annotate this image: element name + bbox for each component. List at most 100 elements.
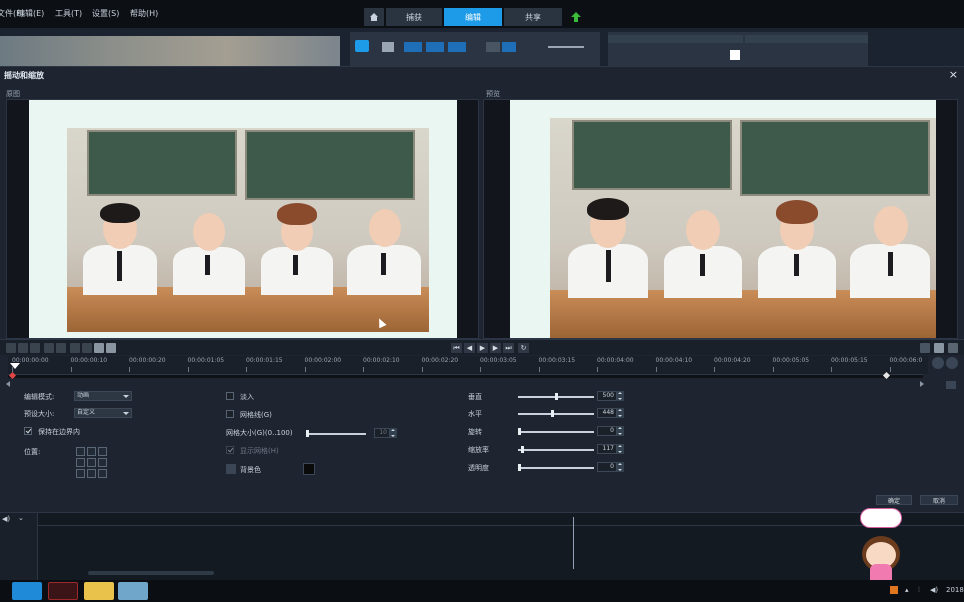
position-top-center[interactable] — [87, 447, 96, 456]
vertical-slider-thumb[interactable] — [555, 393, 558, 400]
prev-keyframe-icon[interactable] — [70, 343, 80, 353]
zoom-in-timeline-icon[interactable] — [946, 357, 958, 369]
zoom-spinner[interactable] — [617, 444, 624, 454]
cancel-button[interactable]: 取消 — [920, 495, 958, 505]
volume-icon[interactable]: ◀) — [930, 586, 938, 594]
position-middle-left[interactable] — [76, 458, 85, 467]
repeat-icon[interactable]: ↻ — [518, 343, 529, 353]
color-picker-swatch[interactable] — [730, 50, 740, 60]
end-keyframe[interactable] — [882, 371, 891, 380]
fade-in-checkbox[interactable] — [226, 392, 234, 400]
edit-mode-dropdown[interactable]: 动画 — [74, 391, 132, 401]
eyedropper-icon[interactable] — [226, 464, 236, 474]
tray-app-icon[interactable] — [890, 586, 898, 594]
folder-icon[interactable] — [382, 42, 394, 52]
tab-share[interactable]: 共享 — [504, 8, 562, 26]
taskbar-app-recorder[interactable] — [48, 582, 78, 600]
horizontal-field[interactable]: 448 — [597, 408, 617, 418]
prev-frame-icon[interactable]: ◀ — [464, 343, 475, 353]
position-bottom-right[interactable] — [98, 469, 107, 478]
paste-keyframe-icon[interactable] — [106, 343, 116, 353]
timeline-playhead[interactable] — [573, 517, 574, 569]
tab-edit[interactable]: 编辑 — [444, 8, 502, 26]
tab-capture[interactable]: 捕获 — [386, 8, 442, 26]
fullscreen-icon[interactable] — [948, 343, 958, 353]
audio-icon[interactable]: ◀) — [2, 515, 10, 523]
zoom-field[interactable]: 117 — [597, 444, 617, 454]
rotation-slider-thumb[interactable] — [518, 428, 521, 435]
position-top-right[interactable] — [98, 447, 107, 456]
grid-size-field[interactable]: 10 — [374, 428, 390, 438]
close-icon[interactable]: × — [949, 68, 958, 81]
grid-view-icon[interactable] — [502, 42, 516, 52]
horizontal-slider-thumb[interactable] — [551, 410, 554, 417]
grid-checkbox[interactable] — [226, 410, 234, 418]
rotation-field[interactable]: 0 — [597, 426, 617, 436]
rotation-slider[interactable] — [518, 428, 594, 435]
grid-size-slider[interactable] — [306, 430, 366, 437]
add-keyframe-icon[interactable] — [6, 343, 16, 353]
grid-size-spinner[interactable] — [390, 428, 397, 438]
options-tab-attribute[interactable] — [745, 35, 868, 43]
video-filter-icon[interactable] — [404, 42, 422, 52]
upload-icon[interactable] — [570, 11, 582, 23]
horizontal-slider[interactable] — [518, 410, 594, 417]
zoom-slider-thumb[interactable] — [521, 446, 524, 453]
menu-tools[interactable]: 工具(T) — [55, 8, 82, 19]
media-library-icon[interactable] — [355, 40, 369, 52]
next-keyframe-icon[interactable] — [82, 343, 92, 353]
tray-chevron-icon[interactable]: ▴ — [905, 586, 909, 594]
stay-in-bounds-checkbox[interactable] — [24, 427, 32, 435]
horizontal-spinner[interactable] — [617, 408, 624, 418]
playhead-marker[interactable] — [10, 363, 20, 369]
vertical-field[interactable]: 500 — [597, 391, 617, 401]
grid-size-slider-thumb[interactable] — [306, 430, 309, 437]
clock[interactable]: 2018 — [946, 586, 964, 594]
go-end-icon[interactable]: ⏭ — [503, 343, 514, 353]
opacity-slider-thumb[interactable] — [518, 464, 521, 471]
opacity-field[interactable]: 0 — [597, 462, 617, 472]
taskbar-app-explorer[interactable] — [84, 582, 114, 600]
timeline-scroll-thumb[interactable] — [88, 571, 214, 575]
original-preview[interactable] — [6, 99, 479, 339]
background-color-swatch[interactable] — [303, 463, 315, 475]
next-frame-icon[interactable]: ▶ — [490, 343, 501, 353]
keyframe-left-icon[interactable] — [44, 343, 54, 353]
go-start-icon[interactable]: ⏮ — [451, 343, 462, 353]
audio-filter-icon[interactable] — [448, 42, 466, 52]
reverse-keyframe-icon[interactable] — [30, 343, 40, 353]
remove-keyframe-icon[interactable] — [18, 343, 28, 353]
zoom-out-timeline-icon[interactable] — [932, 357, 944, 369]
taskbar-app-editor[interactable] — [12, 582, 42, 600]
thumbnail-size-slider[interactable] — [548, 46, 584, 48]
keyframe-track[interactable] — [8, 371, 923, 380]
taskbar-app-other[interactable] — [118, 582, 148, 600]
timeline-options-icon[interactable] — [946, 381, 956, 389]
opacity-slider[interactable] — [518, 464, 594, 471]
position-top-left[interactable] — [76, 447, 85, 456]
home-tab[interactable] — [364, 8, 384, 26]
network-icon[interactable]: ⫶ — [918, 586, 920, 595]
zoom-slider[interactable] — [518, 446, 594, 453]
timeline-scrollbar[interactable] — [6, 381, 924, 387]
show-grid-checkbox[interactable] — [226, 446, 234, 454]
keyframe-right-icon[interactable] — [56, 343, 66, 353]
enlarge-preview-icon[interactable] — [920, 343, 930, 353]
ok-button[interactable]: 确定 — [876, 495, 912, 505]
position-middle-right[interactable] — [98, 458, 107, 467]
position-bottom-left[interactable] — [76, 469, 85, 478]
vertical-spinner[interactable] — [617, 391, 624, 401]
rotation-spinner[interactable] — [617, 426, 624, 436]
menu-edit[interactable]: 编辑(E) — [17, 8, 44, 19]
play-icon[interactable]: ▶ — [477, 343, 488, 353]
opacity-spinner[interactable] — [617, 462, 624, 472]
vertical-slider[interactable] — [518, 393, 594, 400]
position-bottom-center[interactable] — [87, 469, 96, 478]
options-tab-edit[interactable] — [608, 35, 743, 43]
photo-filter-icon[interactable] — [426, 42, 444, 52]
settings-icon[interactable] — [934, 343, 944, 353]
start-keyframe[interactable] — [8, 371, 17, 380]
position-grid[interactable] — [76, 447, 107, 478]
position-center[interactable] — [87, 458, 96, 467]
menu-help[interactable]: 帮助(H) — [130, 8, 158, 19]
